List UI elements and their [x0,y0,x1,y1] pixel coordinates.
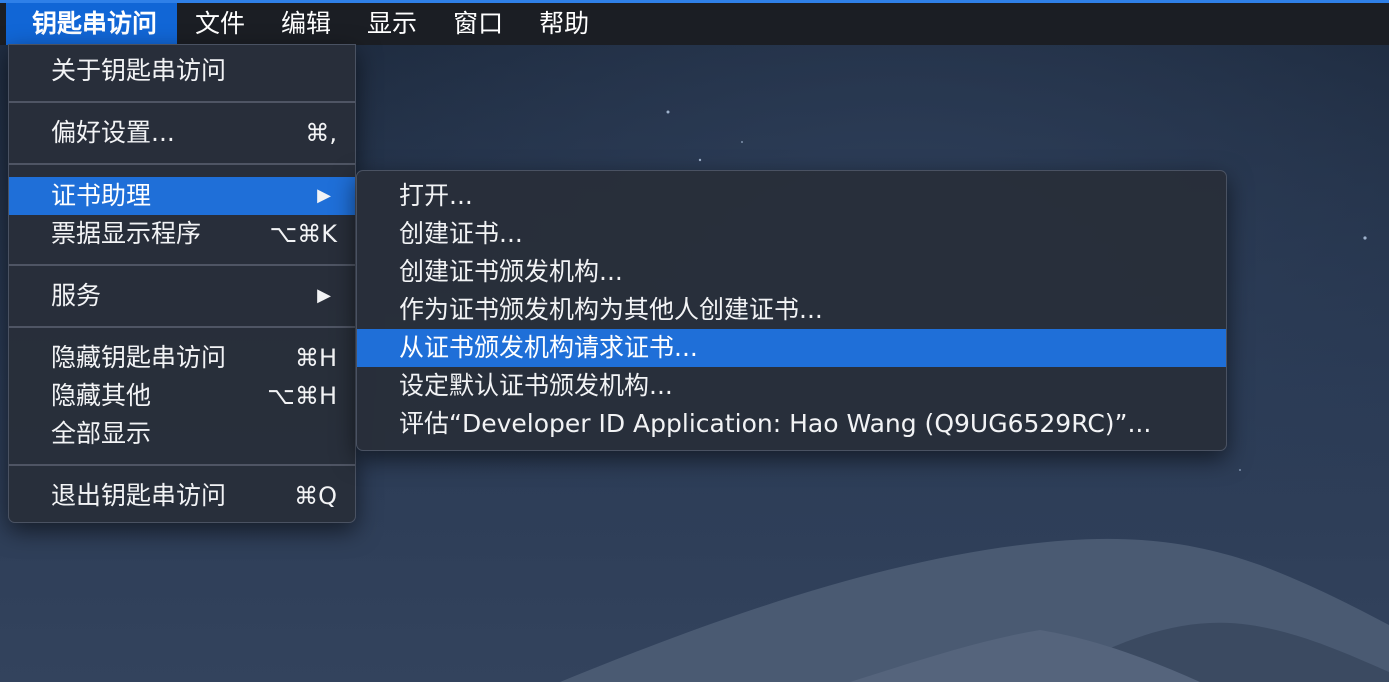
submenu-item-create-ca[interactable]: 创建证书颁发机构... [357,253,1226,291]
menu-item-label: 票据显示程序 [51,219,202,248]
submenu-item-evaluate-certificate[interactable]: 评估“Developer ID Application: Hao Wang (Q… [357,405,1226,443]
menu-separator [9,163,355,165]
menu-item-label: 偏好设置... [51,118,175,147]
cert-assistant-submenu: 打开... 创建证书... 创建证书颁发机构... 作为证书颁发机构为其他人创建… [356,170,1227,451]
menu-item-hide-app[interactable]: 隐藏钥匙串访问 ⌘H [9,339,355,377]
submenu-item-request-cert-from-ca[interactable]: 从证书颁发机构请求证书... [357,329,1226,367]
submenu-item-open[interactable]: 打开... [357,177,1226,215]
menu-item-services[interactable]: 服务 ▶ [9,277,355,315]
menu-item-show-all[interactable]: 全部显示 [9,415,355,453]
menu-separator [9,264,355,266]
menu-separator [9,464,355,466]
menu-item-about[interactable]: 关于钥匙串访问 [9,52,355,90]
menubar-window[interactable]: 窗口 [435,3,521,45]
submenu-arrow-icon: ▶ [317,185,331,206]
shortcut-label: ⌥⌘K [269,220,337,248]
menubar-view[interactable]: 显示 [349,3,435,45]
submenu-item-create-cert-for-others[interactable]: 作为证书颁发机构为其他人创建证书... [357,291,1226,329]
menu-item-label: 全部显示 [51,419,152,448]
menu-item-label: 隐藏钥匙串访问 [51,343,227,372]
shortcut-label: ⌥⌘H [267,382,337,410]
menu-item-label: 证书助理 [51,181,152,210]
menubar-edit[interactable]: 编辑 [263,3,349,45]
app-menu: 关于钥匙串访问 偏好设置... ⌘, 证书助理 ▶ 票据显示程序 ⌥⌘K 服务 … [8,44,356,523]
menu-item-label: 隐藏其他 [51,381,152,410]
shortcut-label: ⌘H [294,344,337,372]
submenu-arrow-icon: ▶ [317,285,331,306]
menu-bar: 钥匙串访问 文件 编辑 显示 窗口 帮助 [0,0,1389,45]
menu-item-preferences[interactable]: 偏好设置... ⌘, [9,114,355,152]
shortcut-label: ⌘, [305,119,337,147]
menu-item-label: 服务 [51,281,102,310]
menu-item-quit[interactable]: 退出钥匙串访问 ⌘Q [9,477,355,515]
menubar-app-keychain-access[interactable]: 钥匙串访问 [6,3,178,45]
menu-item-cert-assistant[interactable]: 证书助理 ▶ [9,177,355,215]
menubar-file[interactable]: 文件 [177,3,263,45]
menu-separator [9,326,355,328]
submenu-item-create-certificate[interactable]: 创建证书... [357,215,1226,253]
menu-item-label: 退出钥匙串访问 [51,481,227,510]
menu-item-ticket-viewer[interactable]: 票据显示程序 ⌥⌘K [9,215,355,253]
menubar-help[interactable]: 帮助 [521,3,607,45]
menu-item-label: 关于钥匙串访问 [51,56,227,85]
menu-item-hide-others[interactable]: 隐藏其他 ⌥⌘H [9,377,355,415]
submenu-item-set-default-ca[interactable]: 设定默认证书颁发机构... [357,367,1226,405]
menu-separator [9,101,355,103]
shortcut-label: ⌘Q [294,482,337,510]
